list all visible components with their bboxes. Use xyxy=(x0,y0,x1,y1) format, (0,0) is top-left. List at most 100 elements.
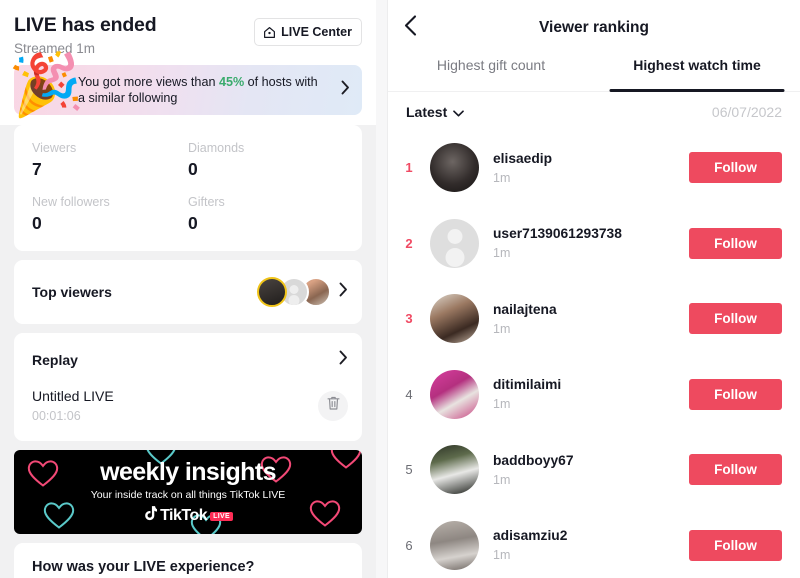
back-button[interactable] xyxy=(404,15,417,41)
viewer-info: elisaedip 1m xyxy=(493,149,689,187)
live-center-label: LIVE Center xyxy=(281,25,352,39)
tiktok-live-logo: TikTok LIVE xyxy=(143,505,233,527)
replay-card: Replay Untitled LIVE 00:01:06 xyxy=(14,333,362,441)
tiktok-note-icon xyxy=(143,505,158,527)
avatar[interactable] xyxy=(430,445,479,495)
stat-label: Viewers xyxy=(32,141,77,155)
stat-new-followers: New followers 0 xyxy=(32,193,188,235)
stat-value: 0 xyxy=(188,159,198,179)
viewer-info: adisamziu2 1m xyxy=(493,526,689,564)
neon-heart-icon xyxy=(330,450,362,469)
follow-button[interactable]: Follow xyxy=(689,227,782,259)
weekly-insights-subtitle: Your inside track on all things TikTok L… xyxy=(90,488,286,501)
viewer-username: elisaedip xyxy=(493,150,553,166)
weekly-insights-title: weekly insights xyxy=(100,457,276,486)
ranking-date: 06/07/2022 xyxy=(711,104,782,120)
delete-replay-button[interactable] xyxy=(318,390,348,421)
stat-gifters: Gifters 0 xyxy=(188,193,344,235)
viewer-username: baddboyy67 xyxy=(493,452,574,468)
avatar[interactable] xyxy=(430,218,479,268)
avatar[interactable] xyxy=(430,294,479,344)
rank-number: 4 xyxy=(405,386,413,402)
follow-button[interactable]: Follow xyxy=(689,454,782,486)
banner-text-before: You got more views than xyxy=(78,74,219,89)
viewer-info: nailajtena 1m xyxy=(493,300,689,338)
neon-heart-icon xyxy=(27,460,59,487)
neon-heart-icon xyxy=(43,502,75,529)
viewer-info: user7139061293738 1m xyxy=(493,224,689,262)
insight-banner-wrap: 🎉 You got more views than 45% of hosts w… xyxy=(0,48,376,125)
follow-button[interactable]: Follow xyxy=(689,378,782,410)
sort-dropdown[interactable]: Latest xyxy=(406,104,465,120)
viewer-info: ditimilaimi 1m xyxy=(493,375,689,413)
live-summary-header: LIVE has ended Streamed 1m LIVE Center xyxy=(0,0,376,59)
top-viewers-avatars xyxy=(257,277,331,307)
stat-label: Diamonds xyxy=(188,141,245,155)
table-row[interactable]: 6 adisamziu2 1m Follow xyxy=(388,508,800,578)
viewer-username: nailajtena xyxy=(493,301,557,317)
views-comparison-text: You got more views than 45% of hosts wit… xyxy=(78,74,328,107)
viewer-watch-time: 1m xyxy=(493,321,511,336)
replay-item[interactable]: Untitled LIVE 00:01:06 xyxy=(14,382,362,441)
stat-label: Gifters xyxy=(188,195,225,209)
viewer-ranking-panel: Viewer ranking Highest gift count Highes… xyxy=(388,0,800,578)
follow-button[interactable]: Follow xyxy=(689,303,782,335)
avatar[interactable] xyxy=(430,520,479,570)
avatar[interactable] xyxy=(430,369,479,419)
replay-header-row[interactable]: Replay xyxy=(14,333,362,382)
viewer-username: ditimilaimi xyxy=(493,377,562,393)
filter-row: Latest 06/07/2022 xyxy=(388,92,800,130)
rank-number: 5 xyxy=(405,462,413,478)
stat-value: 7 xyxy=(32,159,42,179)
views-comparison-banner[interactable]: 🎉 You got more views than 45% of hosts w… xyxy=(7,48,362,120)
trash-icon xyxy=(326,395,341,416)
chevron-right-icon xyxy=(339,282,348,302)
table-row[interactable]: 1 elisaedip 1m Follow xyxy=(388,130,800,206)
table-row[interactable]: 2 user7139061293738 1m Follow xyxy=(388,206,800,282)
stat-label: New followers xyxy=(32,195,110,209)
panel-title: Viewer ranking xyxy=(539,19,649,36)
tab-highest-watch-time[interactable]: Highest watch time xyxy=(594,56,800,91)
stat-value: 0 xyxy=(188,213,198,233)
neon-heart-icon xyxy=(309,500,341,527)
viewer-ranking-header: Viewer ranking xyxy=(388,0,800,56)
viewer-watch-time: 1m xyxy=(493,472,511,487)
rank-number: 2 xyxy=(405,235,413,251)
table-row[interactable]: 3 nailajtena 1m Follow xyxy=(388,281,800,357)
chevron-down-icon xyxy=(453,104,465,120)
sort-dropdown-label: Latest xyxy=(406,104,448,120)
live-badge: LIVE xyxy=(210,511,233,521)
avatar xyxy=(257,277,287,307)
experience-card: How was your LIVE experience? xyxy=(14,543,362,578)
follow-button[interactable]: Follow xyxy=(689,152,782,184)
page-title: LIVE has ended xyxy=(14,14,157,36)
tiktok-wordmark: TikTok xyxy=(160,507,208,524)
top-viewers-row[interactable]: Top viewers xyxy=(14,260,362,324)
replay-label: Replay xyxy=(32,352,78,368)
viewer-username: adisamziu2 xyxy=(493,528,568,544)
tab-highest-gift-count[interactable]: Highest gift count xyxy=(388,56,594,91)
follow-button[interactable]: Follow xyxy=(689,529,782,561)
viewer-watch-time: 1m xyxy=(493,397,511,412)
rank-number: 3 xyxy=(405,311,413,327)
viewer-list: 1 elisaedip 1m Follow 2 user713906129373… xyxy=(388,130,800,578)
rank-number: 1 xyxy=(405,160,413,176)
table-row[interactable]: 5 baddboyy67 1m Follow xyxy=(388,432,800,508)
stat-diamonds: Diamonds 0 xyxy=(188,139,344,181)
live-center-button[interactable]: LIVE Center xyxy=(254,18,362,46)
top-viewers-label: Top viewers xyxy=(32,284,112,300)
viewer-info: baddboyy67 1m xyxy=(493,451,689,489)
home-icon xyxy=(263,26,276,39)
weekly-insights-banner[interactable]: weekly insights Your inside track on all… xyxy=(14,450,362,534)
avatar[interactable] xyxy=(430,143,479,193)
experience-question: How was your LIVE experience? xyxy=(32,559,255,575)
viewer-username: user7139061293738 xyxy=(493,226,622,242)
replay-item-name: Untitled LIVE xyxy=(32,388,114,404)
panel-divider xyxy=(376,0,388,578)
stat-viewers: Viewers 7 xyxy=(32,139,188,181)
replay-item-duration: 00:01:06 xyxy=(32,409,81,423)
table-row[interactable]: 4 ditimilaimi 1m Follow xyxy=(388,357,800,433)
chevron-right-icon xyxy=(339,350,348,370)
banner-percent: 45% xyxy=(218,74,245,89)
tab-label: Highest watch time xyxy=(633,57,761,73)
